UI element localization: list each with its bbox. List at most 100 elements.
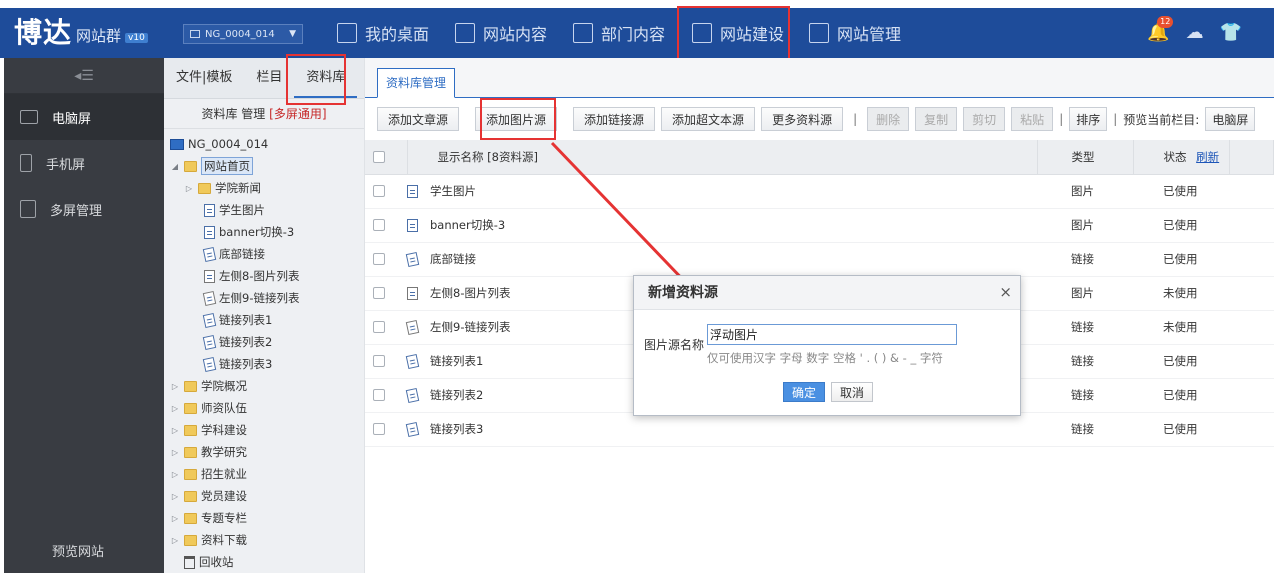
close-icon[interactable]: × xyxy=(999,283,1012,301)
preview-desktop-button[interactable]: 电脑屏 xyxy=(1205,107,1256,131)
row-name[interactable]: 学生图片 xyxy=(430,184,476,198)
sidebar-item-mobile[interactable]: 手机屏 xyxy=(4,140,164,186)
row-checkbox[interactable] xyxy=(373,355,385,367)
col-name[interactable]: 显示名称 [8资料源] xyxy=(407,140,1038,175)
row-name[interactable]: 链接列表1 xyxy=(430,354,483,368)
tree-root[interactable]: NG_0004_014 xyxy=(164,133,364,155)
expand-arrow-icon[interactable]: ▷ xyxy=(170,382,180,391)
tree-node[interactable]: ▷ 专题专栏 xyxy=(164,507,364,529)
tree-node-recycle[interactable]: 回收站 xyxy=(164,551,364,573)
tree-node[interactable]: ▷ 招生就业 xyxy=(164,463,364,485)
row-name[interactable]: 底部链接 xyxy=(430,252,476,266)
expand-arrow-icon[interactable]: ▷ xyxy=(184,184,194,193)
refresh-link[interactable]: 刷新 xyxy=(1196,150,1219,164)
table-row[interactable]: 底部链接 链接 已使用 xyxy=(365,242,1274,277)
add-image-source-button[interactable]: 添加图片源 xyxy=(475,107,558,131)
expand-arrow-icon[interactable]: ▷ xyxy=(170,426,180,435)
nav-dept-content[interactable]: 部门内容 xyxy=(573,8,665,58)
preview-site-button[interactable]: 预览网站 xyxy=(4,533,164,567)
input-hint: 仅可使用汉字 字母 数字 空格 ' . ( ) & - _ 字符 xyxy=(707,351,943,365)
tab-files-templates[interactable]: 文件|模板 xyxy=(164,58,244,98)
expand-arrow-icon[interactable]: ▷ xyxy=(170,404,180,413)
link-doc-icon xyxy=(405,353,420,370)
image-source-name-input[interactable] xyxy=(707,324,957,345)
site-selector[interactable]: NG_0004_014 ▼ xyxy=(183,24,303,44)
table-row[interactable]: banner切换-3 图片 已使用 xyxy=(365,208,1274,243)
bell-icon[interactable]: 🔔 12 xyxy=(1147,16,1174,43)
tree-node[interactable]: ▷ 学院概况 xyxy=(164,375,364,397)
tab-library-manage[interactable]: 资料库管理 xyxy=(377,68,456,98)
copy-button[interactable]: 复制 xyxy=(915,107,958,131)
add-hypertext-source-button[interactable]: 添加超文本源 xyxy=(661,107,756,131)
delete-button[interactable]: 删除 xyxy=(867,107,910,131)
sidebar-item-multiscreen[interactable]: 多屏管理 xyxy=(4,186,164,232)
row-name[interactable]: banner切换-3 xyxy=(430,218,505,232)
expand-arrow-icon[interactable]: ▷ xyxy=(170,492,180,501)
tree-node[interactable]: 链接列表1 xyxy=(164,309,364,331)
link-doc-icon xyxy=(202,246,217,262)
row-checkbox[interactable] xyxy=(373,423,385,435)
row-checkbox[interactable] xyxy=(373,389,385,401)
tree-node[interactable]: 链接列表3 xyxy=(164,353,364,375)
expand-arrow-icon[interactable]: ▷ xyxy=(170,448,180,457)
tab-library[interactable]: 资料库 xyxy=(294,58,358,98)
collapse-arrow-icon[interactable]: ◢ xyxy=(170,162,180,171)
tree-label: 链接列表3 xyxy=(219,357,273,371)
tree-node[interactable]: ▷ 教学研究 xyxy=(164,441,364,463)
row-name[interactable]: 左侧9-链接列表 xyxy=(430,320,510,334)
row-checkbox[interactable] xyxy=(373,321,385,333)
row-name[interactable]: 链接列表3 xyxy=(430,422,483,436)
tree-node[interactable]: 学生图片 xyxy=(164,199,364,221)
link-doc-icon xyxy=(202,290,217,306)
row-type: 链接 xyxy=(1037,412,1133,447)
nav-site-build[interactable]: 网站建设 xyxy=(692,8,784,58)
tree-node[interactable]: ▷ 学院新闻 xyxy=(164,177,364,199)
sidebar-item-desktop[interactable]: 电脑屏 xyxy=(4,94,164,140)
row-status: 已使用 xyxy=(1133,242,1229,277)
nav-my-desktop[interactable]: 我的桌面 xyxy=(337,8,429,58)
tree-node[interactable]: banner切换-3 xyxy=(164,221,364,243)
expand-arrow-icon[interactable]: ▷ xyxy=(170,470,180,479)
tab-columns[interactable]: 栏目 xyxy=(244,58,294,98)
row-checkbox[interactable] xyxy=(373,287,385,299)
tree-node[interactable]: ▷ 资料下载 xyxy=(164,529,364,551)
shirt-icon[interactable]: 👕 xyxy=(1220,22,1242,43)
collapse-menu-icon[interactable]: ◂☰ xyxy=(4,58,164,94)
row-checkbox[interactable] xyxy=(373,185,385,197)
tree-node[interactable]: 底部链接 xyxy=(164,243,364,265)
tree-node-home[interactable]: ◢ 网站首页 xyxy=(164,155,364,177)
row-name[interactable]: 左侧8-图片列表 xyxy=(430,286,510,300)
tree-node[interactable]: 左侧8-图片列表 xyxy=(164,265,364,287)
nav-site-content[interactable]: 网站内容 xyxy=(455,8,547,58)
tree-node[interactable]: ▷ 党员建设 xyxy=(164,485,364,507)
add-link-source-button[interactable]: 添加链接源 xyxy=(573,107,656,131)
confirm-button[interactable]: 确定 xyxy=(783,382,825,402)
tree-label: 链接列表1 xyxy=(219,313,273,327)
logo-sub: 网站群 xyxy=(76,27,122,45)
row-checkbox[interactable] xyxy=(373,253,385,265)
sort-button[interactable]: 排序 xyxy=(1069,107,1108,131)
table-header: 显示名称 [8资料源] 类型 状态 刷新 xyxy=(365,140,1274,175)
nav-site-admin[interactable]: 网站管理 xyxy=(809,8,901,58)
select-all-checkbox[interactable] xyxy=(373,150,385,163)
cloud-icon[interactable]: ☁ xyxy=(1186,22,1204,43)
row-name[interactable]: 链接列表2 xyxy=(430,388,483,402)
document-icon xyxy=(407,219,418,232)
tree-node[interactable]: 链接列表2 xyxy=(164,331,364,353)
paste-button[interactable]: 粘贴 xyxy=(1011,107,1054,131)
cancel-button[interactable]: 取消 xyxy=(831,382,873,402)
table-row[interactable]: 学生图片 图片 已使用 xyxy=(365,174,1274,209)
folder-icon xyxy=(184,402,197,414)
tree-node[interactable]: 左侧9-链接列表 xyxy=(164,287,364,309)
expand-arrow-icon[interactable]: ▷ xyxy=(170,514,180,523)
col-type[interactable]: 类型 xyxy=(1037,140,1134,175)
row-checkbox[interactable] xyxy=(373,219,385,231)
tree-node[interactable]: ▷ 学科建设 xyxy=(164,419,364,441)
more-sources-button[interactable]: 更多资料源 xyxy=(761,107,844,131)
expand-arrow-icon[interactable]: ▷ xyxy=(170,536,180,545)
tree-node[interactable]: ▷ 师资队伍 xyxy=(164,397,364,419)
table-row[interactable]: 链接列表3 链接 已使用 xyxy=(365,412,1274,447)
library-tree: NG_0004_014 ◢ 网站首页 ▷ 学院新闻 学生图片 banner切换-… xyxy=(164,129,364,573)
add-article-source-button[interactable]: 添加文章源 xyxy=(377,107,460,131)
cut-button[interactable]: 剪切 xyxy=(963,107,1006,131)
